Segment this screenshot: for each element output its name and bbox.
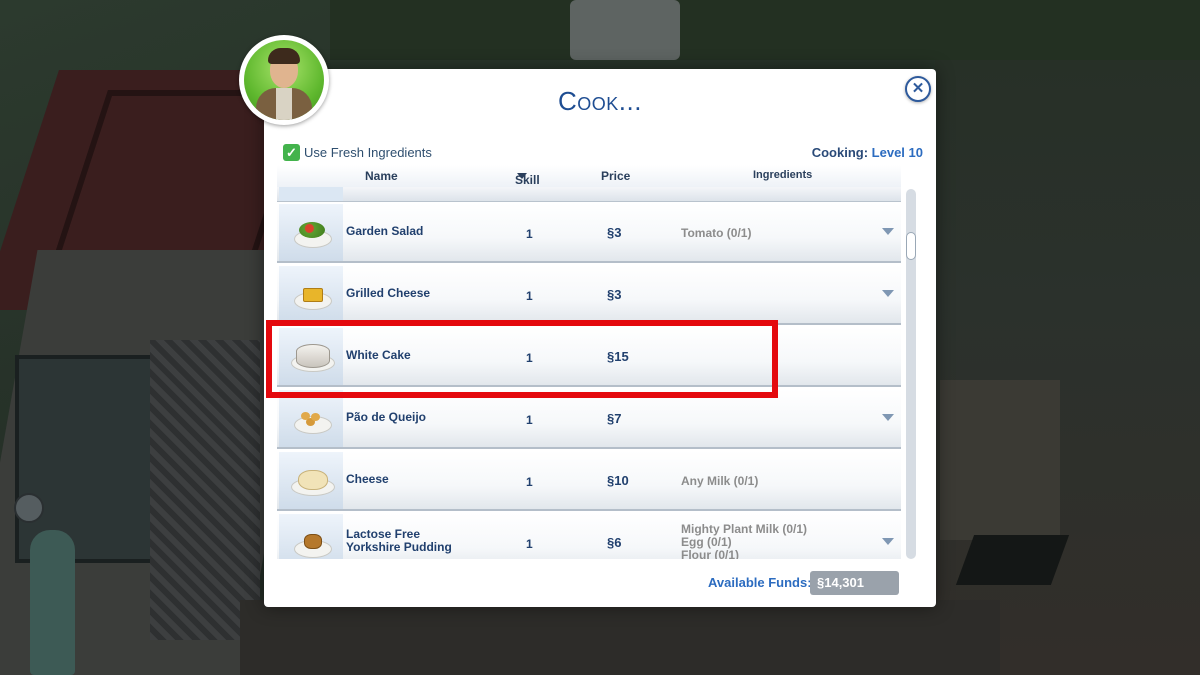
list-item-partial[interactable]: [277, 187, 901, 202]
expand-arrow-icon[interactable]: [882, 414, 894, 421]
patterned-rug: [150, 340, 260, 640]
bottom-floor: [240, 600, 1000, 675]
sim-thought-icon[interactable]: [14, 493, 44, 523]
recipe-thumbnail: [279, 266, 343, 323]
avatar-icon: [244, 40, 324, 120]
fresh-ingredients-label: Use Fresh Ingredients: [304, 145, 432, 160]
cooking-skill-level: Cooking: Level 10: [812, 145, 923, 160]
recipe-ingredients: Mighty Plant Milk (0/1) Egg (0/1) Flour (0…: [681, 522, 808, 560]
avatar-hair: [268, 48, 300, 64]
recipe-name-line1: Lactose Free: [346, 527, 421, 541]
recipe-skill: 1: [526, 351, 533, 365]
recipe-thumbnail: [279, 204, 343, 261]
expand-arrow-icon[interactable]: [882, 228, 894, 235]
recipe-price: §15: [607, 349, 629, 364]
recipe-skill: 1: [526, 413, 533, 427]
scrollbar-thumb[interactable]: [906, 232, 916, 260]
recipe-price: §10: [607, 473, 629, 488]
checkbox-checked-icon[interactable]: ✓: [283, 144, 300, 161]
close-icon[interactable]: ✕: [905, 76, 931, 102]
recipe-price: §6: [607, 535, 622, 550]
sink-object: [955, 535, 1070, 585]
cheese-bread-icon: [301, 412, 310, 420]
recipe-ingredients: Tomato (0/1): [681, 226, 752, 240]
recipe-price: §3: [607, 225, 622, 240]
recipe-row-selected[interactable]: White Cake 1 §15: [277, 327, 901, 387]
salad-icon: [299, 222, 325, 238]
pudding-icon: [304, 534, 322, 549]
recipe-skill: 1: [526, 537, 533, 551]
recipe-skill: 1: [526, 289, 533, 303]
available-funds-label: Available Funds:: [708, 575, 812, 590]
recipe-price: §3: [607, 287, 622, 302]
column-ingredients[interactable]: Ingredients: [753, 169, 812, 181]
recipe-name-line2: Yorkshire Pudding: [346, 540, 452, 554]
recipe-name: White Cake: [346, 348, 411, 362]
recipe-thumbnail: [279, 328, 343, 385]
recipe-name: Garden Salad: [346, 224, 424, 238]
recipe-skill: 1: [526, 475, 533, 489]
column-name[interactable]: Name: [365, 169, 398, 183]
recipe-list: Garden Salad 1 §3 Tomato (0/1) Grilled C…: [277, 187, 901, 559]
recipe-row[interactable]: Garden Salad 1 §3 Tomato (0/1): [277, 203, 901, 263]
plate-icon: [294, 416, 332, 434]
available-funds-value: §14,301: [810, 571, 899, 595]
recipe-price: §7: [607, 411, 622, 426]
expand-arrow-icon[interactable]: [882, 538, 894, 545]
ingredient-line: Mighty Plant Milk (0/1): [681, 522, 808, 536]
white-cake-icon: [296, 344, 330, 368]
recipe-name: Grilled Cheese: [346, 286, 431, 300]
cooking-level-value: Level 10: [871, 145, 923, 160]
dialog-title: Cook...: [558, 86, 642, 116]
ingredient-line: Flour (0/1): [681, 548, 740, 560]
recipe-thumbnail: [279, 452, 343, 509]
ingredient-line: Egg (0/1): [681, 535, 732, 549]
cooking-skill-label: Cooking:: [811, 145, 869, 160]
recipe-row[interactable]: Lactose Free Yorkshire Pudding 1 §6 Might…: [277, 513, 901, 559]
sim-character: [30, 530, 75, 675]
recipe-row[interactable]: Pão de Queijo 1 §7: [277, 389, 901, 449]
recipe-skill: 1: [526, 227, 533, 241]
recipe-table-header: Name Skill Price Ingredients: [277, 165, 901, 188]
recipe-name: Cheese: [346, 472, 389, 486]
cheese-icon: [298, 470, 328, 490]
recipe-name: Pão de Queijo: [346, 410, 427, 424]
sort-down-icon: [517, 173, 527, 179]
fresh-ingredients-toggle[interactable]: ✓ Use Fresh Ingredients: [283, 144, 432, 161]
recipe-name: Lactose Free Yorkshire Pudding: [346, 528, 452, 554]
grilled-cheese-icon: [303, 288, 323, 302]
recipe-row[interactable]: Cheese 1 §10 Any Milk (0/1): [277, 451, 901, 511]
recipe-thumbnail: [279, 187, 343, 201]
recipe-thumbnail: [279, 390, 343, 447]
toilet-object: [570, 0, 680, 60]
kitchen-counter: [940, 380, 1060, 540]
recipe-row[interactable]: Grilled Cheese 1 §3: [277, 265, 901, 325]
recipe-ingredients: Any Milk (0/1): [681, 474, 759, 488]
expand-arrow-icon[interactable]: [882, 290, 894, 297]
lawn-area: [330, 0, 1200, 60]
recipe-thumbnail: [279, 514, 343, 559]
avatar-shirt: [276, 88, 292, 120]
sim-portrait: [239, 35, 329, 125]
column-price[interactable]: Price: [601, 169, 630, 183]
